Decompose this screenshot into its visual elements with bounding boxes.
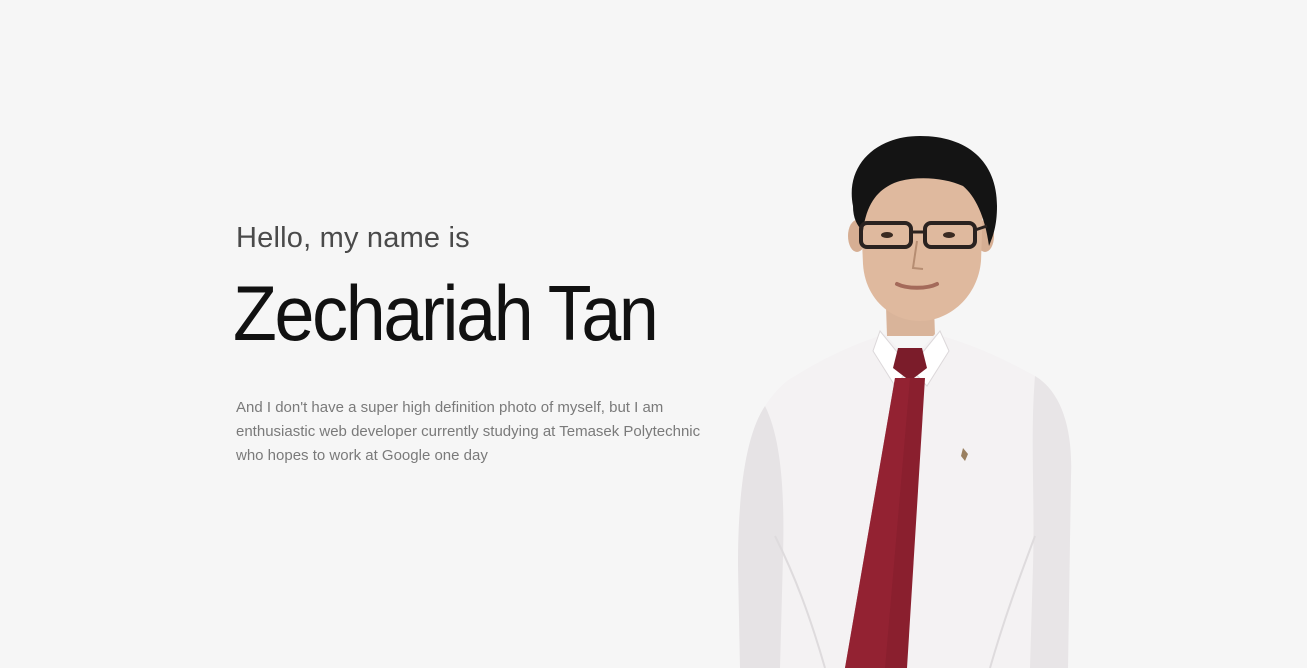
bio-paragraph: And I don't have a super high definition… bbox=[236, 399, 701, 464]
name-heading: Zechariah Tan bbox=[233, 269, 659, 357]
portrait-photo bbox=[738, 136, 1072, 668]
greeting-text: Hello, my name is bbox=[236, 222, 470, 254]
intro-text: Hello, my name is Zechariah Tan And I do… bbox=[233, 218, 736, 483]
hero-section: Hello, my name is Zechariah Tan And I do… bbox=[0, 0, 1307, 668]
